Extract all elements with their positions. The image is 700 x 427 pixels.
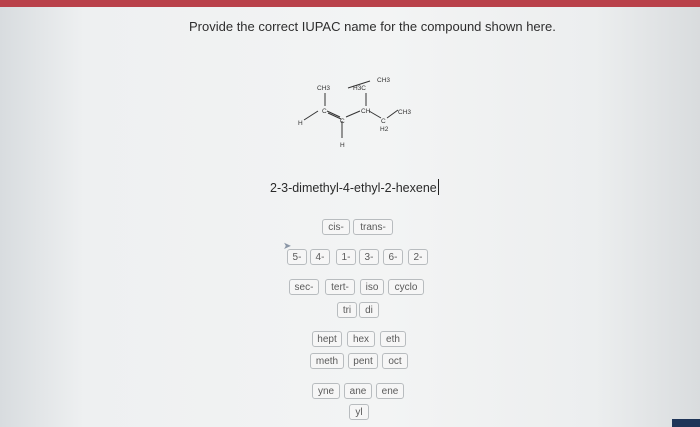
tile-sec[interactable]: sec- (289, 279, 319, 295)
tile-yl[interactable]: yl (349, 404, 369, 420)
tile-tert[interactable]: tert- (325, 279, 355, 295)
label-ch3-right: CH3 (398, 109, 411, 116)
label-ch3-top-left: CH3 (317, 85, 330, 92)
tile-hept[interactable]: hept (312, 331, 342, 347)
tile-tri[interactable]: tri (337, 302, 357, 318)
text-caret (437, 179, 440, 195)
tile-trans[interactable]: trans- (353, 219, 393, 235)
tile-locant-5[interactable]: 5- (287, 249, 307, 265)
question-text: Provide the correct IUPAC name for the c… (189, 19, 556, 34)
tile-locant-2[interactable]: 2- (408, 249, 428, 265)
top-accent-bar (0, 0, 700, 7)
tile-yne[interactable]: yne (312, 383, 340, 399)
label-h-bottom: H (340, 142, 345, 149)
tile-pent[interactable]: pent (348, 353, 378, 369)
tile-ane[interactable]: ane (344, 383, 372, 399)
label-c5: C (381, 118, 386, 125)
tile-eth[interactable]: eth (380, 331, 406, 347)
tile-locant-3[interactable]: 3- (359, 249, 379, 265)
chemical-structure: CH3 H3C CH3 CH CH3 C C H H C H2 (298, 77, 411, 149)
tile-ene[interactable]: ene (376, 383, 404, 399)
answer-input[interactable]: 2-3-dimethyl-4-ethyl-2-hexene (270, 179, 440, 195)
tile-iso[interactable]: iso (360, 279, 384, 295)
tile-hex[interactable]: hex (347, 331, 375, 347)
tile-locant-1[interactable]: 1- (336, 249, 356, 265)
tile-cis[interactable]: cis- (322, 219, 350, 235)
answer-text: 2-3-dimethyl-4-ethyl-2-hexene (270, 181, 437, 195)
label-ch: CH (361, 108, 371, 115)
question-panel: Provide the correct IUPAC name for the c… (0, 7, 700, 427)
label-h-left: H (298, 120, 303, 127)
label-c3: C (340, 118, 345, 125)
label-h3c: H3C (353, 85, 366, 92)
tile-di[interactable]: di (359, 302, 379, 318)
tile-meth[interactable]: meth (310, 353, 344, 369)
tile-cyclo[interactable]: cyclo (388, 279, 424, 295)
tile-locant-6[interactable]: 6- (383, 249, 403, 265)
label-ch3-top: CH3 (377, 77, 390, 84)
tile-oct[interactable]: oct (382, 353, 408, 369)
tile-locant-4[interactable]: 4- (310, 249, 330, 265)
label-h2: H2 (380, 126, 389, 133)
label-c2: C (322, 108, 327, 115)
corner-strip (672, 419, 700, 427)
